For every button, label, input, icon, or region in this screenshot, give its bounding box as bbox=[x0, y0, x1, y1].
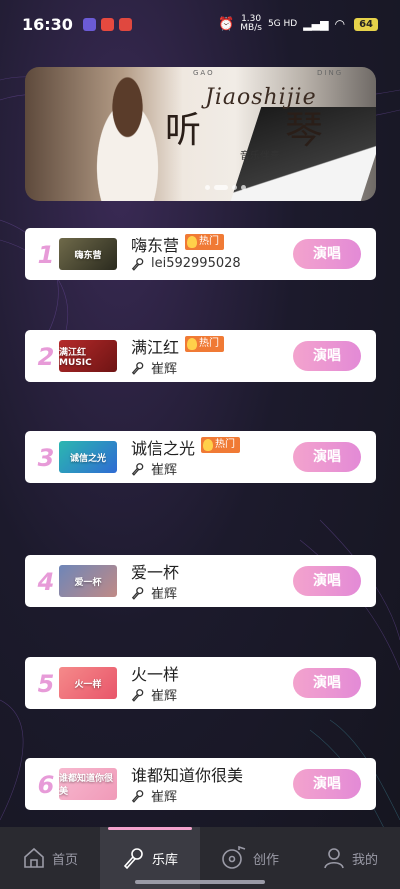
status-bar: 16:30 ⏰ 1.30 MB/s 5G HD ▂▄▆ ◠ 64 bbox=[0, 0, 400, 48]
banner-dot[interactable] bbox=[214, 185, 228, 190]
flame-icon bbox=[187, 236, 197, 248]
song-cover-image[interactable]: 火一样 bbox=[59, 667, 117, 699]
song-cover-image[interactable]: 谁都知道你很美 bbox=[59, 768, 117, 800]
song-rank: 2 bbox=[37, 343, 55, 371]
notification-app-icon bbox=[100, 17, 114, 31]
battery-icon: 64 bbox=[354, 17, 378, 31]
hot-badge-label: 热门 bbox=[199, 338, 219, 349]
banner-title-left: 听 bbox=[165, 110, 202, 151]
microphone-icon bbox=[131, 586, 145, 600]
hot-badge: 热门 bbox=[185, 336, 224, 352]
artist-row: 崔辉 bbox=[131, 583, 177, 602]
song-card[interactable]: 3 诚信之光 诚信之光 热门 崔辉 演唱 bbox=[25, 431, 376, 483]
banner-dot[interactable] bbox=[232, 185, 237, 190]
nav-home-label: 首页 bbox=[51, 852, 78, 868]
sing-button[interactable]: 演唱 bbox=[293, 668, 361, 698]
nav-mine-label: 我的 bbox=[351, 852, 378, 868]
sing-button[interactable]: 演唱 bbox=[293, 769, 361, 799]
song-cover-image[interactable]: 嗨东营 bbox=[59, 238, 117, 270]
song-cover-image[interactable]: 满江红 MUSIC bbox=[59, 340, 117, 372]
song-title: 爱一杯 bbox=[131, 563, 180, 582]
flame-icon bbox=[203, 439, 213, 451]
net-speed: 1.30 MB/s bbox=[240, 14, 262, 33]
artist-row: 崔辉 bbox=[131, 685, 177, 704]
status-app-icons bbox=[82, 17, 132, 31]
microphone-icon bbox=[123, 848, 143, 870]
artist-row: 崔辉 bbox=[131, 358, 177, 377]
song-cover-image[interactable]: 爱一杯 bbox=[59, 565, 117, 597]
nav-active-indicator bbox=[108, 827, 192, 830]
alarm-icon: ⏰ bbox=[218, 16, 235, 32]
song-rank: 3 bbox=[37, 444, 55, 472]
microphone-icon bbox=[131, 257, 145, 271]
nav-create-label: 创作 bbox=[252, 852, 279, 868]
nav-library-label: 乐库 bbox=[151, 852, 178, 868]
artist-row: 崔辉 bbox=[131, 459, 177, 478]
song-card[interactable]: 2 满江红 MUSIC 满江红 热门崔辉 演唱 bbox=[25, 330, 376, 382]
hot-badge-label: 热门 bbox=[215, 439, 235, 450]
banner-dot[interactable] bbox=[241, 185, 246, 190]
status-time: 16:30 bbox=[22, 14, 73, 34]
microphone-icon bbox=[131, 462, 145, 476]
music-disc-icon bbox=[222, 846, 246, 869]
artist-name: 崔辉 bbox=[151, 362, 178, 377]
microphone-icon bbox=[131, 361, 145, 375]
status-indicators: ⏰ 1.30 MB/s 5G HD ▂▄▆ ◠ 64 bbox=[218, 15, 378, 33]
sing-button[interactable]: 演唱 bbox=[293, 566, 361, 596]
song-title: 嗨东营 bbox=[131, 236, 180, 255]
nav-home[interactable]: 首页 bbox=[0, 827, 100, 889]
song-card[interactable]: 4 爱一杯 爱一杯 崔辉 演唱 bbox=[25, 555, 376, 607]
song-rank: 6 bbox=[37, 771, 55, 799]
song-cover-image[interactable]: 诚信之光 bbox=[59, 441, 117, 473]
banner-carousel[interactable]: GAO DING Jiaoshijie 听 琴 音乐伴奏 bbox=[25, 67, 376, 201]
hot-badge-label: 热门 bbox=[199, 236, 219, 247]
notification-app-icon bbox=[118, 17, 132, 31]
artist-name: 崔辉 bbox=[151, 689, 178, 704]
song-title: 满江红 bbox=[131, 338, 180, 357]
song-rank: 1 bbox=[37, 241, 55, 269]
song-card[interactable]: 6 谁都知道你很美 谁都知道你很美 崔辉 演唱 bbox=[25, 758, 376, 810]
hot-badge: 热门 bbox=[201, 437, 240, 453]
flame-icon bbox=[187, 338, 197, 350]
banner-title-right: 琴 bbox=[285, 108, 324, 152]
song-card[interactable]: 1 嗨东营 嗨东营 热门 lei592995028 演唱 bbox=[25, 228, 376, 280]
sing-button[interactable]: 演唱 bbox=[293, 341, 361, 371]
banner-ding-text: DING bbox=[317, 69, 344, 77]
artist-name: 崔辉 bbox=[151, 587, 178, 602]
microphone-icon bbox=[131, 688, 145, 702]
banner-subtitle: 音乐伴奏 bbox=[240, 151, 280, 162]
nav-mine[interactable]: 我的 bbox=[300, 827, 400, 889]
artist-name: lei592995028 bbox=[151, 256, 241, 271]
banner-pianist-image bbox=[80, 67, 175, 201]
song-rank: 5 bbox=[37, 670, 55, 698]
sing-button[interactable]: 演唱 bbox=[293, 239, 361, 269]
home-icon bbox=[24, 847, 44, 868]
song-title: 谁都知道你很美 bbox=[131, 766, 244, 785]
signal-icon: ▂▄▆ bbox=[303, 17, 329, 31]
banner-gao-text: GAO bbox=[193, 69, 215, 77]
song-title: 诚信之光 bbox=[131, 439, 196, 458]
microphone-icon bbox=[131, 789, 145, 803]
notification-app-icon bbox=[82, 17, 96, 31]
artist-name: 崔辉 bbox=[151, 790, 178, 805]
hot-badge: 热门 bbox=[185, 234, 224, 250]
banner-pagination bbox=[205, 185, 246, 190]
artist-row: lei592995028 bbox=[131, 256, 241, 271]
user-icon bbox=[324, 848, 344, 869]
artist-row: 崔辉 bbox=[131, 786, 177, 805]
artist-name: 崔辉 bbox=[151, 463, 178, 478]
home-indicator[interactable] bbox=[135, 880, 265, 884]
sing-button[interactable]: 演唱 bbox=[293, 442, 361, 472]
signal-label: 5G HD bbox=[267, 19, 298, 29]
banner-dot[interactable] bbox=[205, 185, 210, 190]
song-title: 火一样 bbox=[131, 665, 180, 684]
song-rank: 4 bbox=[37, 568, 55, 596]
wifi-icon: ◠ bbox=[334, 17, 346, 31]
song-card[interactable]: 5 火一样 火一样 崔辉 演唱 bbox=[25, 657, 376, 709]
